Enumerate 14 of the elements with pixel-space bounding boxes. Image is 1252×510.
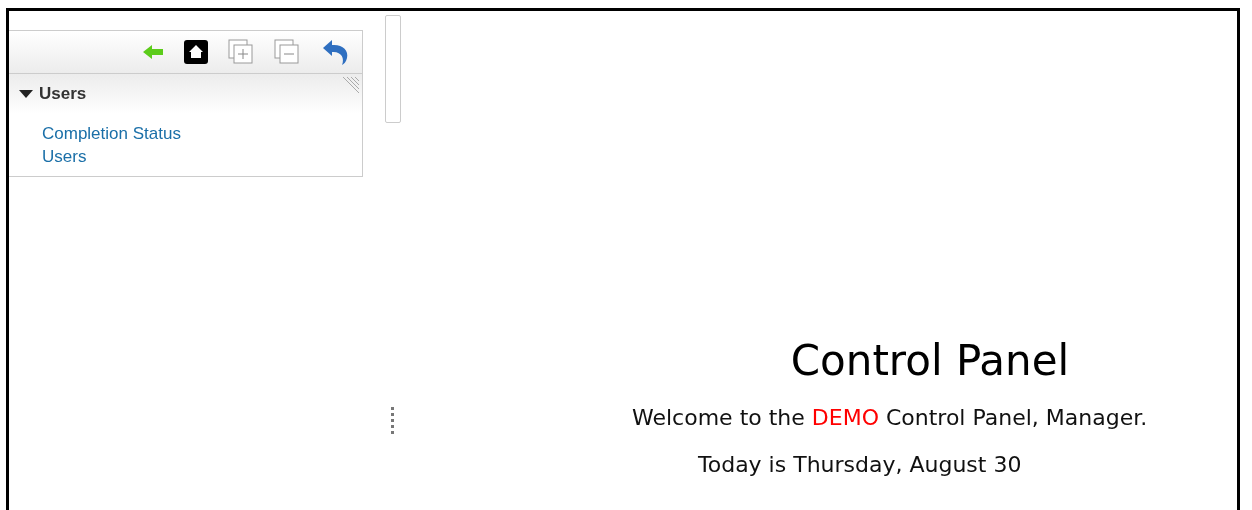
scrollbar[interactable]	[385, 15, 401, 123]
page-title: Control Panel	[789, 336, 1071, 385]
collapse-triangle-icon[interactable]	[19, 89, 33, 99]
collapse-all-icon[interactable]	[274, 39, 300, 65]
expand-all-icon[interactable]	[228, 39, 254, 65]
back-arrow-icon[interactable]	[142, 44, 164, 60]
nav-link[interactable]: Users	[42, 145, 87, 168]
welcome-message: Welcome to the DEMO Control Panel, Manager.	[632, 405, 1148, 430]
splitter-grip-icon[interactable]	[391, 407, 395, 435]
date-text: Today is Thursday, August 30	[698, 452, 1022, 477]
home-icon[interactable]	[184, 40, 208, 64]
nav-link[interactable]: Completion Status	[42, 122, 181, 145]
resize-grip-icon[interactable]	[343, 77, 359, 93]
section-title: Users	[39, 84, 87, 104]
